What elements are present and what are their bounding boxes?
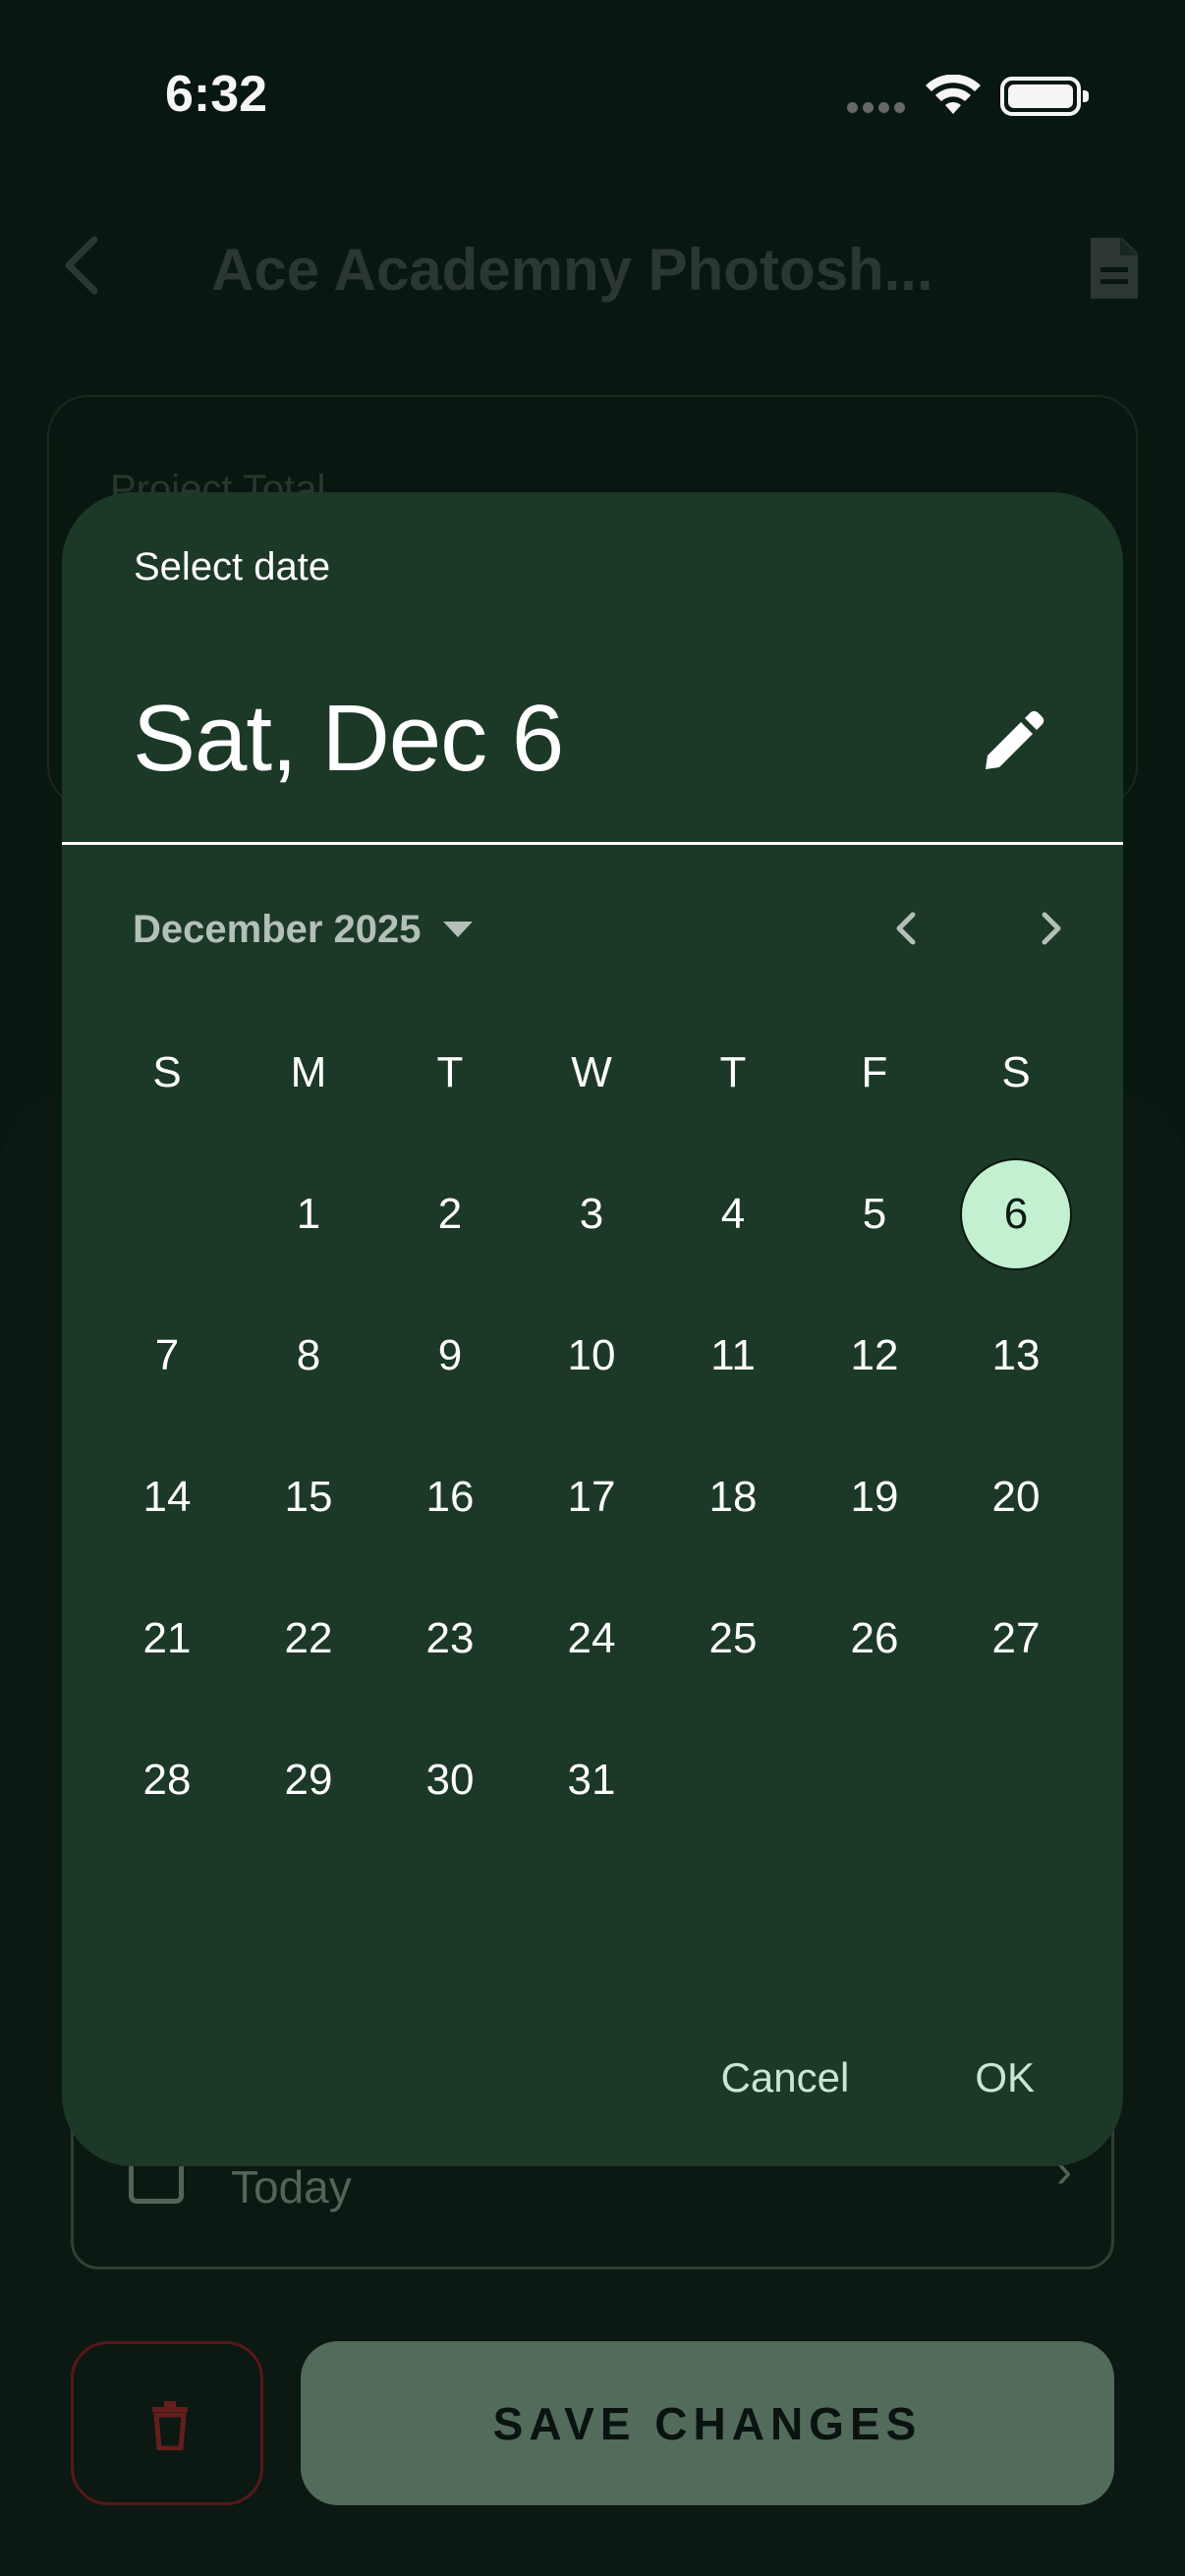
day-label: 24 — [567, 1614, 616, 1662]
calendar-day[interactable]: 18 — [662, 1427, 804, 1568]
day-label: 25 — [708, 1614, 758, 1662]
chevron-right-icon[interactable] — [1021, 899, 1080, 958]
calendar-day[interactable]: 4 — [662, 1144, 804, 1285]
day-label: 10 — [567, 1331, 616, 1379]
calendar-grid: S M T W T F S 1 2 3 4 5 6 7 8 9 10 11 12 13 14 15 16 17 1… — [96, 1002, 1089, 1851]
calendar-week-row: 7 8 9 10 11 12 13 — [96, 1285, 1089, 1427]
calendar-day[interactable]: 17 — [521, 1427, 662, 1568]
calendar-day[interactable]: 29 — [238, 1709, 379, 1851]
day-label: 30 — [425, 1756, 475, 1804]
calendar-day[interactable]: 25 — [662, 1568, 804, 1709]
day-label: 19 — [850, 1473, 899, 1521]
day-label: 14 — [142, 1473, 192, 1521]
day-label: 12 — [850, 1331, 899, 1379]
day-label: 28 — [142, 1756, 192, 1804]
calendar-week-row: 21 22 23 24 25 26 27 — [96, 1568, 1089, 1709]
day-label: 27 — [991, 1614, 1041, 1662]
day-label: 22 — [284, 1614, 333, 1662]
calendar-day[interactable]: 30 — [379, 1709, 521, 1851]
weekday-label: T — [436, 1048, 464, 1096]
month-year-dropdown[interactable]: December 2025 — [133, 900, 473, 959]
day-label: 21 — [142, 1614, 192, 1662]
day-label: 23 — [425, 1614, 475, 1662]
calendar-day[interactable]: 7 — [96, 1285, 238, 1427]
calendar-day[interactable]: 3 — [521, 1144, 662, 1285]
weekday-label: F — [861, 1048, 888, 1096]
selected-date-headline: Sat, Dec 6 — [133, 686, 564, 791]
calendar-day[interactable]: 16 — [379, 1427, 521, 1568]
calendar-day[interactable]: 31 — [521, 1709, 662, 1851]
day-label: 9 — [437, 1331, 463, 1379]
day-label: 2 — [437, 1190, 463, 1238]
calendar-day[interactable]: 28 — [96, 1709, 238, 1851]
day-label: 1 — [296, 1190, 321, 1238]
calendar-day[interactable]: 21 — [96, 1568, 238, 1709]
calendar-day[interactable]: 10 — [521, 1285, 662, 1427]
day-label: 29 — [284, 1756, 333, 1804]
day-label: 18 — [708, 1473, 758, 1521]
calendar-day[interactable]: 8 — [238, 1285, 379, 1427]
calendar-day[interactable]: 15 — [238, 1427, 379, 1568]
calendar-day[interactable]: 14 — [96, 1427, 238, 1568]
pencil-icon[interactable] — [976, 708, 1046, 779]
chevron-left-icon[interactable] — [877, 899, 936, 958]
calendar-day[interactable]: 1 — [238, 1144, 379, 1285]
weekday-label: S — [1001, 1048, 1031, 1096]
calendar-days: 1 2 3 4 5 6 7 8 9 10 11 12 13 14 15 16 17 18 19 20 21 22 23 24 2… — [96, 1144, 1089, 1851]
header-divider — [62, 842, 1123, 845]
calendar-day[interactable]: 23 — [379, 1568, 521, 1709]
calendar-day[interactable]: 13 — [945, 1285, 1087, 1427]
month-year-label: December 2025 — [133, 907, 422, 951]
day-label: 15 — [284, 1473, 333, 1521]
calendar-week-row: 28 29 30 31 — [96, 1709, 1089, 1851]
day-label: 17 — [567, 1473, 616, 1521]
calendar-day[interactable]: 12 — [804, 1285, 945, 1427]
calendar-day[interactable]: 27 — [945, 1568, 1087, 1709]
weekday-label: S — [152, 1048, 182, 1096]
calendar-day[interactable]: 20 — [945, 1427, 1087, 1568]
day-label: 3 — [579, 1190, 604, 1238]
ok-button[interactable]: OK — [945, 2031, 1064, 2125]
screen: 6:32 Ace Academny Photosh... Project Tot… — [0, 0, 1185, 2576]
cancel-button[interactable]: Cancel — [692, 2031, 879, 2125]
day-label: 4 — [720, 1190, 746, 1238]
calendar-week-row: 1 2 3 4 5 6 — [96, 1144, 1089, 1285]
calendar-day[interactable]: 11 — [662, 1285, 804, 1427]
date-picker-header-label: Select date — [134, 545, 331, 588]
day-label: 5 — [862, 1190, 887, 1238]
day-label: 8 — [296, 1331, 321, 1379]
calendar-day[interactable]: 26 — [804, 1568, 945, 1709]
calendar-week-row: 14 15 16 17 18 19 20 — [96, 1427, 1089, 1568]
calendar-day[interactable]: 19 — [804, 1427, 945, 1568]
day-label: 7 — [154, 1331, 180, 1379]
day-label: 11 — [710, 1331, 756, 1379]
weekday-label: W — [571, 1048, 612, 1096]
caret-down-icon — [442, 922, 473, 937]
calendar-empty-cell — [804, 1709, 945, 1851]
calendar-day[interactable]: 22 — [238, 1568, 379, 1709]
day-label: 31 — [567, 1756, 616, 1804]
weekday-header-row: S M T W T F S — [96, 1002, 1089, 1144]
day-label: 26 — [850, 1614, 899, 1662]
dialog-actions: Cancel OK — [692, 2031, 1064, 2125]
calendar-day[interactable]: 2 — [379, 1144, 521, 1285]
selected-day-label: 6 — [960, 1158, 1072, 1270]
calendar-day[interactable]: 9 — [379, 1285, 521, 1427]
weekday-label: M — [290, 1048, 327, 1096]
calendar-empty-cell — [662, 1709, 804, 1851]
weekday-label: T — [719, 1048, 747, 1096]
calendar-empty-cell — [945, 1709, 1087, 1851]
day-label: 20 — [991, 1473, 1041, 1521]
calendar-day-selected[interactable]: 6 — [945, 1144, 1087, 1285]
day-label: 13 — [991, 1331, 1041, 1379]
day-label: 16 — [425, 1473, 475, 1521]
date-picker-dialog: Select date Sat, Dec 6 December 2025 S M… — [62, 492, 1123, 2166]
calendar-day[interactable]: 24 — [521, 1568, 662, 1709]
calendar-day[interactable]: 5 — [804, 1144, 945, 1285]
calendar-empty-cell — [96, 1144, 238, 1285]
